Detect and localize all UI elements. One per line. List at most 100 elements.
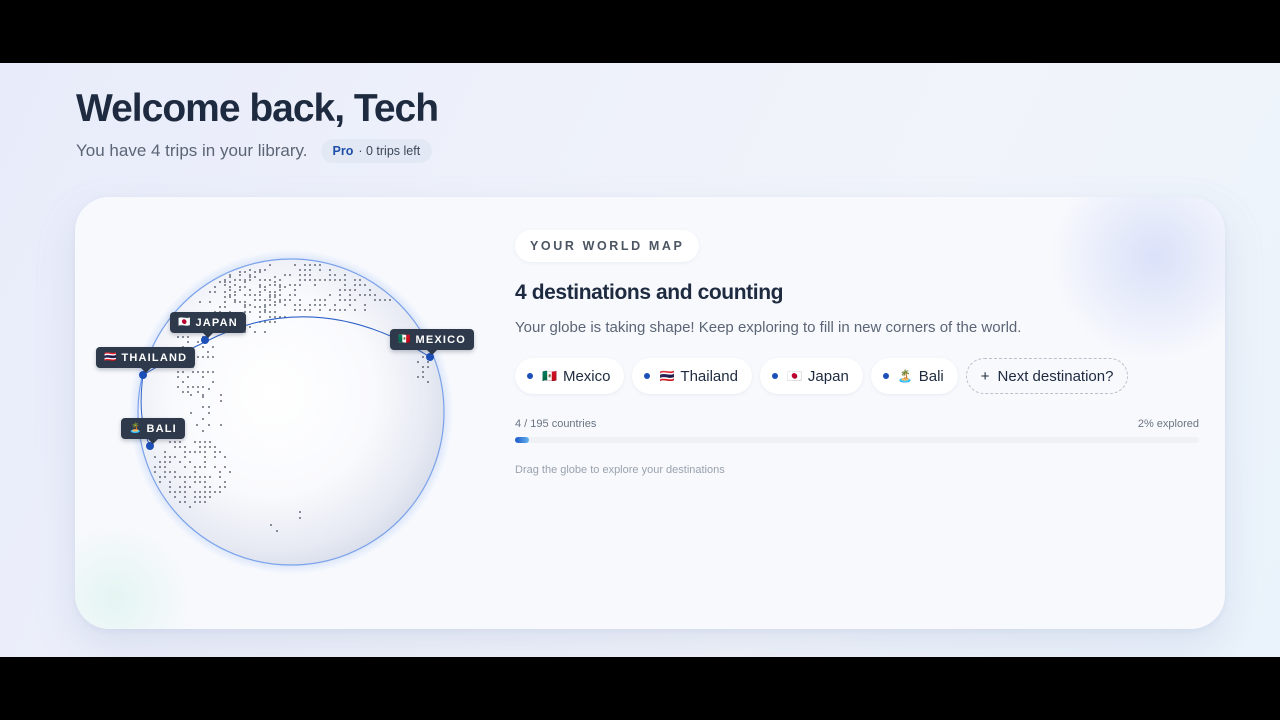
dot-icon bbox=[644, 373, 651, 379]
land-dot bbox=[299, 517, 301, 519]
land-dot bbox=[199, 491, 201, 493]
land-dot bbox=[197, 341, 199, 343]
land-dot bbox=[249, 294, 251, 296]
pin-label-japan[interactable]: 🇯🇵 JAPAN bbox=[170, 312, 246, 338]
land-dot bbox=[359, 284, 361, 286]
land-dot bbox=[174, 496, 176, 498]
land-dot bbox=[219, 486, 221, 488]
land-dot bbox=[184, 456, 186, 458]
library-summary: You have 4 trips in your library. bbox=[76, 141, 308, 160]
land-dot bbox=[274, 304, 276, 306]
land-dot bbox=[319, 279, 321, 281]
land-dot bbox=[334, 279, 336, 281]
land-dot bbox=[274, 311, 276, 313]
land-dot bbox=[202, 418, 204, 420]
land-dot bbox=[269, 279, 271, 281]
add-destination-button[interactable]: + Next destination? bbox=[965, 358, 1129, 394]
land-dot bbox=[212, 356, 214, 358]
land-dot bbox=[187, 376, 189, 378]
land-dot bbox=[279, 279, 281, 281]
land-dot bbox=[208, 406, 210, 408]
land-dot bbox=[239, 271, 241, 273]
land-dot bbox=[189, 461, 191, 463]
land-dot bbox=[309, 264, 311, 266]
land-dot bbox=[259, 286, 261, 288]
land-dot bbox=[254, 331, 256, 333]
land-dot bbox=[274, 291, 276, 293]
explored-percent: 2% explored bbox=[1137, 418, 1199, 430]
land-dot bbox=[329, 274, 331, 276]
land-dot bbox=[159, 466, 161, 468]
land-dot bbox=[207, 351, 209, 353]
destination-chip-mexico[interactable]: 🇲🇽 Mexico bbox=[515, 358, 625, 394]
land-dot bbox=[279, 289, 281, 291]
land-dot bbox=[329, 294, 331, 296]
land-dot bbox=[254, 306, 256, 308]
plan-badge: Pro · 0 trips left bbox=[320, 139, 433, 163]
globe[interactable] bbox=[75, 197, 495, 629]
land-dot bbox=[299, 304, 301, 306]
land-dot bbox=[219, 491, 221, 493]
land-dot bbox=[202, 396, 204, 398]
land-dot bbox=[179, 476, 181, 478]
plus-icon: + bbox=[980, 367, 990, 385]
land-dot bbox=[294, 284, 296, 286]
land-dot bbox=[199, 451, 201, 453]
land-dot bbox=[344, 279, 346, 281]
land-dot bbox=[279, 301, 281, 303]
land-dot bbox=[164, 471, 166, 473]
land-dot bbox=[184, 501, 186, 503]
land-dot bbox=[234, 299, 236, 301]
land-dot bbox=[179, 461, 181, 463]
land-dot bbox=[334, 274, 336, 276]
pin-label-thailand[interactable]: 🇹🇭 THAILAND bbox=[96, 347, 196, 373]
land-dot bbox=[204, 496, 206, 498]
land-dot bbox=[194, 476, 196, 478]
land-dot bbox=[174, 476, 176, 478]
land-dot bbox=[244, 306, 246, 308]
land-dot bbox=[334, 309, 336, 311]
land-dot bbox=[239, 279, 241, 281]
pin-label-mexico[interactable]: 🇲🇽 MEXICO bbox=[390, 329, 475, 355]
land-dot bbox=[174, 441, 176, 443]
land-dot bbox=[274, 316, 276, 318]
land-dot bbox=[174, 446, 176, 448]
land-dot bbox=[184, 476, 186, 478]
land-dot bbox=[304, 274, 306, 276]
land-dot bbox=[220, 424, 222, 426]
land-dot bbox=[179, 501, 181, 503]
land-dot bbox=[207, 371, 209, 373]
land-dot bbox=[154, 466, 156, 468]
destination-chip-japan[interactable]: 🇯🇵 Japan bbox=[759, 358, 863, 394]
land-dot bbox=[422, 356, 424, 358]
land-dot bbox=[199, 501, 201, 503]
land-dot bbox=[269, 304, 271, 306]
land-dot bbox=[209, 446, 211, 448]
destination-chip-bali[interactable]: 🏝️ Bali bbox=[870, 358, 958, 394]
land-dot bbox=[204, 461, 206, 463]
land-dot bbox=[294, 264, 296, 266]
land-dot bbox=[249, 279, 251, 281]
land-dot bbox=[269, 299, 271, 301]
land-dot bbox=[259, 299, 261, 301]
island-icon: 🏝️ bbox=[129, 423, 142, 434]
land-dot bbox=[208, 424, 210, 426]
land-dot bbox=[249, 289, 251, 291]
land-dot bbox=[269, 264, 271, 266]
land-dot bbox=[359, 279, 361, 281]
land-dot bbox=[164, 461, 166, 463]
plan-trips-left: · 0 trips left bbox=[358, 144, 421, 158]
land-dot bbox=[208, 412, 210, 414]
land-dot bbox=[354, 284, 356, 286]
pin-label-bali[interactable]: 🏝️ BALI bbox=[121, 418, 185, 444]
land-dot bbox=[384, 299, 386, 301]
land-dot bbox=[234, 301, 236, 303]
land-dot bbox=[182, 371, 184, 373]
land-dot bbox=[229, 296, 231, 298]
land-dot bbox=[204, 501, 206, 503]
destination-chip-thailand[interactable]: 🇹🇭 Thailand bbox=[632, 358, 752, 394]
chip-label: Japan bbox=[807, 367, 849, 385]
land-dot bbox=[177, 386, 179, 388]
land-dot bbox=[199, 496, 201, 498]
land-dot bbox=[289, 294, 291, 296]
